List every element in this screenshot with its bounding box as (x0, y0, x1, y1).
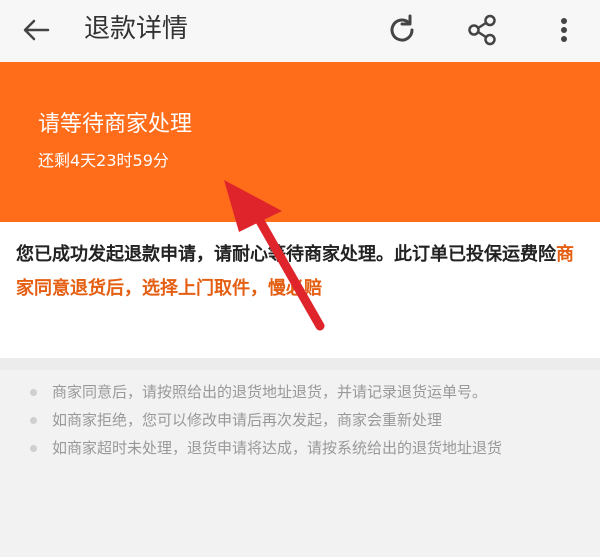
status-title: 请等待商家处理 (38, 112, 193, 137)
tip-item: 如商家拒绝，您可以修改申请后再次发起，商家会重新处理 (0, 408, 600, 432)
bullet-dot (30, 445, 37, 452)
share-icon[interactable] (460, 8, 504, 52)
refund-notice: 您已成功发起退款申请，请耐心等待商家处理。此订单已投保运费险商家同意退货后，选择… (0, 222, 600, 358)
more-icon[interactable] (542, 8, 586, 52)
page-title: 退款详情 (84, 14, 189, 44)
notice-text: 您已成功发起退款申请，请耐心等待商家处理。此订单已投保运费险 (16, 244, 556, 265)
tip-text: 商家同意后，请按照给出的退货地址退货，并请记录退货运单号。 (52, 383, 488, 401)
bullet-dot (30, 389, 37, 396)
refresh-icon[interactable] (380, 8, 424, 52)
back-arrow-icon[interactable] (14, 8, 58, 52)
countdown-text: 还剩4天23时59分 (38, 151, 169, 170)
status-banner: 请等待商家处理 还剩4天23时59分 (0, 62, 600, 222)
tip-text: 如商家拒绝，您可以修改申请后再次发起，商家会重新处理 (52, 411, 443, 429)
tip-text: 如商家超时未处理，退货申请将达成，请按系统给出的退货地址退货 (52, 439, 503, 457)
top-bar: 退款详情 (0, 0, 600, 62)
bullet-dot (30, 417, 37, 424)
tip-item: 商家同意后，请按照给出的退货地址退货，并请记录退货运单号。 (0, 380, 600, 404)
tip-item: 如商家超时未处理，退货申请将达成，请按系统给出的退货地址退货 (0, 436, 600, 460)
tips-list: 商家同意后，请按照给出的退货地址退货，并请记录退货运单号。 如商家拒绝，您可以修… (0, 380, 600, 464)
section-divider (0, 358, 600, 370)
